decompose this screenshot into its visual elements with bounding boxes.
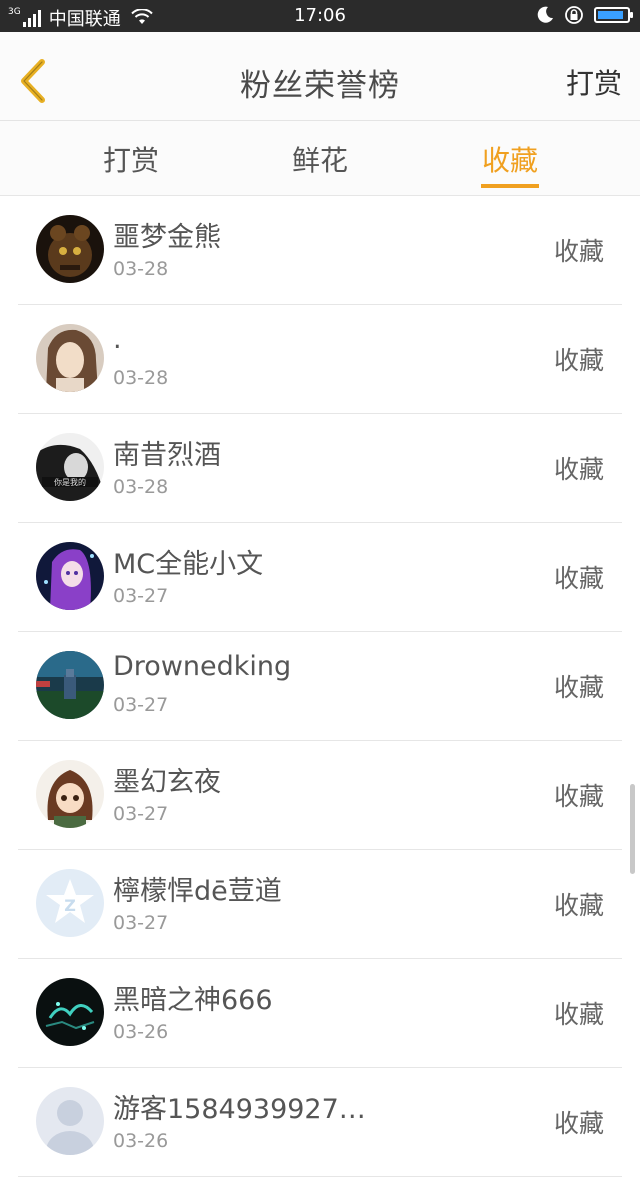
app-header: 粉丝荣誉榜 打赏	[0, 32, 640, 121]
avatar	[36, 542, 104, 610]
avatar	[36, 215, 104, 283]
list-item[interactable]: 墨幻玄夜 03-27 收藏	[18, 741, 622, 850]
battery-level	[598, 11, 623, 19]
fan-action: 收藏	[553, 1109, 604, 1138]
fan-action: 收藏	[553, 673, 604, 702]
fan-action: 收藏	[553, 237, 604, 266]
fan-date: 03-26	[113, 1021, 169, 1043]
fan-date: 03-26	[113, 1130, 169, 1152]
list-item[interactable]: MC全能小文 03-27 收藏	[18, 523, 622, 632]
rotation-lock-icon	[565, 6, 583, 24]
battery-icon	[594, 7, 633, 23]
fan-date: 03-27	[113, 694, 169, 716]
list-item[interactable]: 黑暗之神666 03-26 收藏	[18, 959, 622, 1068]
tab-bar: 打赏 鲜花 收藏	[0, 121, 640, 196]
list-item[interactable]: Z 檸檬悍dē荳道 03-27 收藏	[18, 850, 622, 959]
avatar: Z	[36, 869, 104, 937]
tab-flowers[interactable]: 鲜花	[292, 139, 348, 179]
fan-name: 南昔烈酒	[113, 440, 221, 471]
fan-date: 03-27	[113, 585, 169, 607]
fan-action: 收藏	[553, 891, 604, 920]
fan-action: 收藏	[553, 346, 604, 375]
list-item[interactable]: Drownedking 03-27 收藏	[18, 632, 622, 741]
fan-name: Drownedking	[113, 651, 292, 682]
list-item[interactable]: 游客1584939927… 03-26 收藏	[18, 1068, 622, 1177]
page-title: 粉丝荣誉榜	[240, 68, 400, 104]
fan-date: 03-28	[113, 258, 169, 280]
avatar	[36, 324, 104, 392]
fan-action: 收藏	[553, 455, 604, 484]
list-item[interactable]: 你是我的 南昔烈酒 03-28 收藏	[18, 414, 622, 523]
fan-action: 收藏	[553, 1000, 604, 1029]
fan-action: 收藏	[553, 564, 604, 593]
avatar	[36, 651, 104, 719]
fan-name: 噩梦金熊	[113, 222, 221, 253]
tip-button[interactable]: 打赏	[566, 62, 622, 102]
avatar	[36, 978, 104, 1046]
scrollbar[interactable]	[630, 784, 635, 874]
fan-name: 游客1584939927…	[113, 1094, 366, 1125]
fan-name: MC全能小文	[113, 549, 264, 580]
fan-name: 檸檬悍dē荳道	[113, 876, 282, 907]
fan-date: 03-27	[113, 912, 169, 934]
fan-name: 墨幻玄夜	[113, 767, 221, 798]
list-item[interactable]: 噩梦金熊 03-28 收藏	[18, 196, 622, 305]
tab-collect[interactable]: 收藏	[482, 139, 538, 179]
fan-date: 03-28	[113, 367, 169, 389]
list-item[interactable]: . 03-28 收藏	[18, 305, 622, 414]
avatar	[36, 1087, 104, 1155]
moon-icon	[537, 6, 553, 23]
fan-name: .	[113, 324, 122, 355]
tab-tip[interactable]: 打赏	[103, 139, 159, 179]
svg-text:Z: Z	[64, 896, 76, 915]
active-tab-indicator	[481, 184, 539, 188]
fan-list: 噩梦金熊 03-28 收藏 . 03-28 收藏 你是我的 南昔烈酒 03-28…	[0, 196, 640, 1177]
status-bar: 3G 中国联通 17:06	[0, 0, 640, 32]
fan-name: 黑暗之神666	[113, 985, 273, 1016]
fan-date: 03-27	[113, 803, 169, 825]
svg-text:你是我的: 你是我的	[54, 477, 86, 487]
fan-date: 03-28	[113, 476, 169, 498]
fan-action: 收藏	[553, 782, 604, 811]
status-right	[536, 5, 633, 25]
avatar	[36, 760, 104, 828]
avatar: 你是我的	[36, 433, 104, 501]
